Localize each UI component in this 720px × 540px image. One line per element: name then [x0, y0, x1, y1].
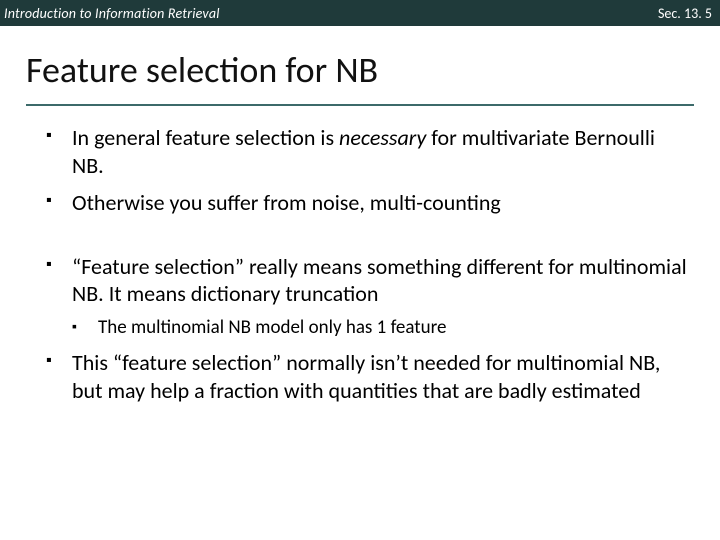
header-section: Sec. 13. 5: [658, 5, 712, 22]
slide-header: Introduction to Information Retrieval Se…: [0, 0, 720, 26]
header-left: Introduction to Information Retrieval: [4, 5, 220, 22]
bullet-item: In general feature selection is necessar…: [46, 124, 690, 179]
sub-bullet-list: The multinomial NB model only has 1 feat…: [72, 316, 690, 340]
sub-bullet-item: The multinomial NB model only has 1 feat…: [72, 316, 690, 340]
slide-title: Feature selection for NB: [26, 48, 694, 92]
sub-bullet-text: The multinomial NB model only has 1 feat…: [98, 316, 446, 339]
spacer: [46, 227, 690, 253]
bullet-list: “Feature selection” really means somethi…: [46, 253, 690, 405]
bullet-text-pre: In general feature selection is: [72, 124, 339, 151]
slide-body: In general feature selection is necessar…: [0, 106, 720, 404]
bullet-list: In general feature selection is necessar…: [46, 124, 690, 217]
bullet-text: This “feature selection” normally isn’t …: [72, 349, 660, 404]
bullet-item: This “feature selection” normally isn’t …: [46, 349, 690, 404]
bullet-item: Otherwise you suffer from noise, multi-c…: [46, 189, 690, 217]
bullet-text: “Feature selection” really means somethi…: [72, 253, 687, 308]
bullet-item: “Feature selection” really means somethi…: [46, 253, 690, 340]
bullet-text: Otherwise you suffer from noise, multi-c…: [72, 189, 501, 216]
title-area: Feature selection for NB: [0, 26, 720, 98]
bullet-text-em: necessary: [339, 124, 426, 151]
